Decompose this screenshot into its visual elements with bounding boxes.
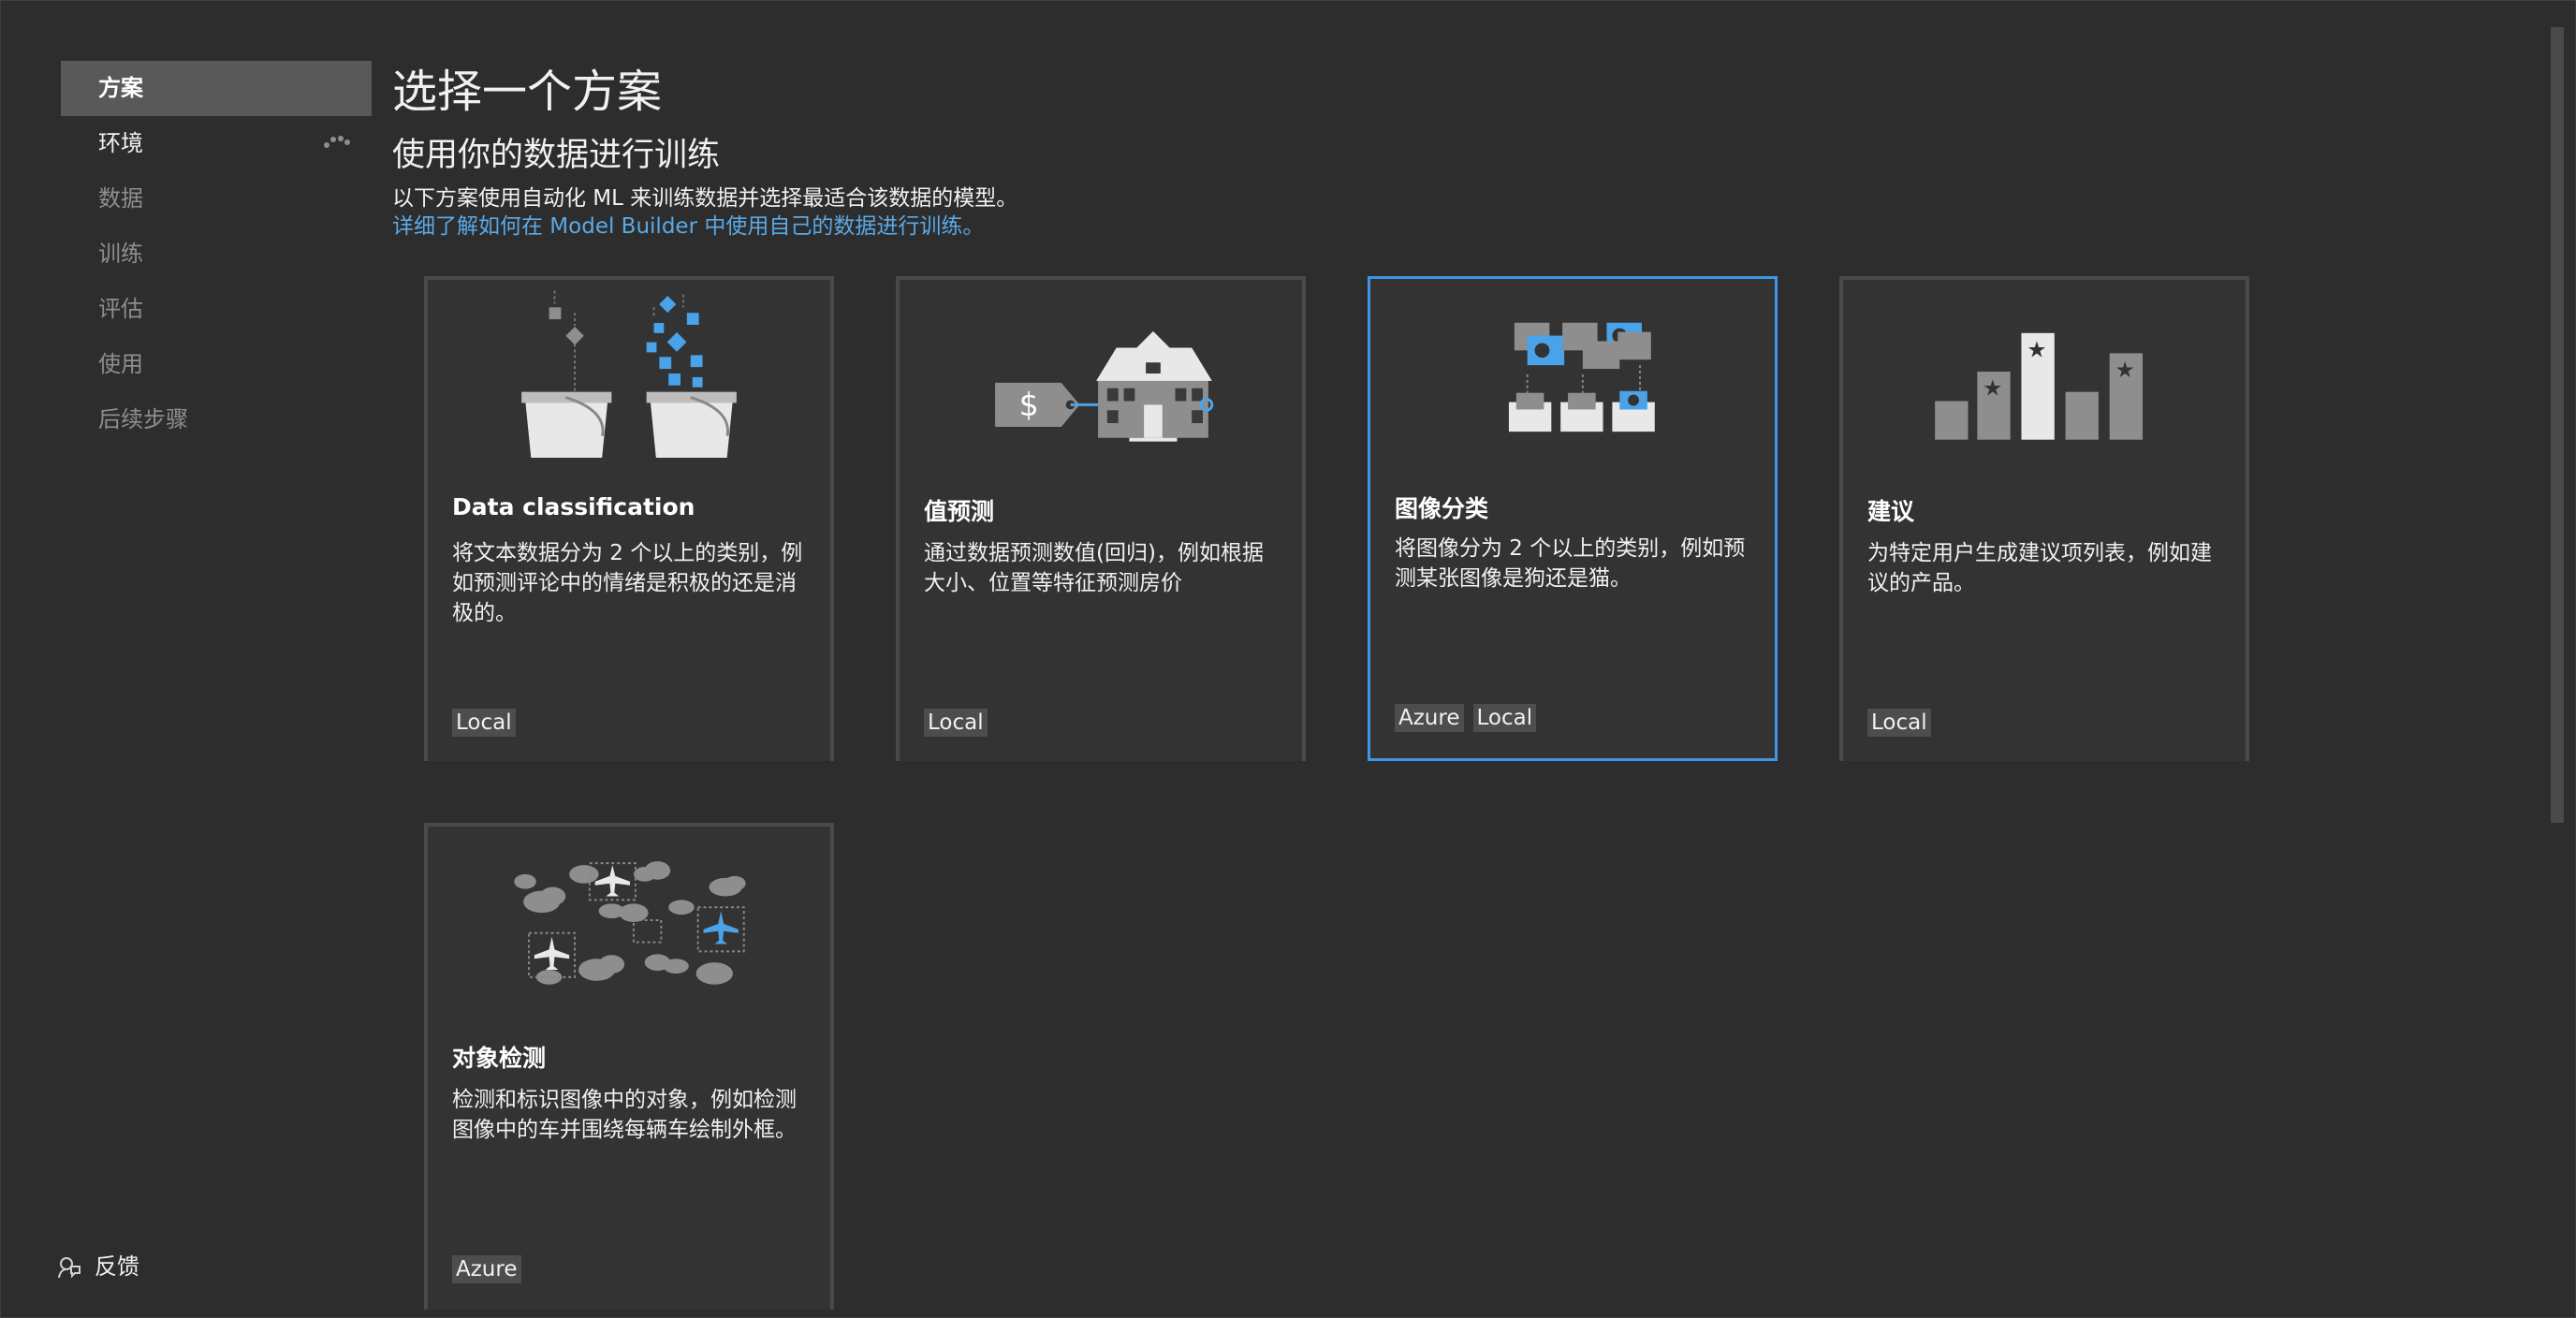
buckets-icon bbox=[521, 290, 737, 458]
sidebar-item-label: 训练 bbox=[98, 241, 143, 267]
scrollbar-thumb[interactable] bbox=[2551, 27, 2564, 823]
section-subtitle: 使用你的数据进行训练 bbox=[392, 137, 721, 174]
sidebar: 方案 环境 数据 训练 评估 使用 后续步骤 bbox=[61, 61, 372, 447]
svg-text:★: ★ bbox=[1983, 375, 2002, 402]
app-window: 方案 环境 数据 训练 评估 使用 后续步骤 反馈 选择一个方案 使用你的数据进… bbox=[0, 0, 2576, 1318]
card-title: 建议 bbox=[1867, 498, 1915, 525]
sidebar-item-next-steps[interactable]: 后续步骤 bbox=[61, 392, 372, 447]
card-title: Data classification bbox=[452, 493, 695, 520]
card-tags: Local bbox=[1867, 709, 1940, 737]
sidebar-item-data[interactable]: 数据 bbox=[61, 171, 372, 227]
tag-local: Local bbox=[1472, 704, 1537, 732]
vertical-scrollbar[interactable] bbox=[2543, 1, 2575, 1317]
card-description: 通过数据预测数值(回归)，例如根据大小、位置等特征预测房价 bbox=[924, 541, 1264, 595]
card-tags: Local bbox=[452, 709, 525, 737]
feedback-button[interactable]: 反馈 bbox=[57, 1252, 139, 1281]
tag-local: Local bbox=[1867, 709, 1931, 737]
page-title: 选择一个方案 bbox=[392, 66, 663, 118]
feedback-icon bbox=[58, 1257, 80, 1279]
scenario-card-recommendation[interactable]: ★ ★ ★ 建议 为特定用户生成建议项列表，例如建议的产品。 Local bbox=[1839, 276, 2249, 761]
sidebar-item-label: 评估 bbox=[98, 296, 143, 322]
sidebar-item-scenario[interactable]: 方案 bbox=[61, 61, 372, 116]
airplanes-clouds-icon bbox=[514, 861, 746, 985]
svg-text:$: $ bbox=[1019, 387, 1039, 423]
main-content: 选择一个方案 使用你的数据进行训练 以下方案使用自动化 ML 来训练数据并选择最… bbox=[392, 59, 2519, 241]
loading-dots-icon bbox=[324, 136, 350, 148]
sidebar-item-label: 后续步骤 bbox=[98, 406, 188, 432]
card-title: 图像分类 bbox=[1395, 495, 1489, 522]
sidebar-item-label: 环境 bbox=[98, 130, 143, 156]
scenario-card-object-detection[interactable]: 对象检测 检测和标识图像中的对象，例如检测图像中的车并围绕每辆车绘制外框。 Az… bbox=[424, 823, 834, 1310]
sidebar-item-label: 方案 bbox=[98, 75, 143, 101]
svg-text:★: ★ bbox=[2027, 336, 2046, 362]
tag-azure: Azure bbox=[1395, 704, 1464, 732]
sidebar-item-consume[interactable]: 使用 bbox=[61, 337, 372, 392]
house-price-icon: $ bbox=[995, 330, 1214, 442]
scenario-card-image-classification[interactable]: 图像分类 将图像分为 2 个以上的类别，例如预测某张图像是狗还是猫。 Azure… bbox=[1368, 276, 1778, 761]
tag-azure: Azure bbox=[452, 1255, 521, 1283]
scenario-card-data-classification[interactable]: Data classification 将文本数据分为 2 个以上的类别，例如预… bbox=[424, 276, 834, 761]
card-title: 值预测 bbox=[924, 498, 995, 525]
section-description: 以下方案使用自动化 ML 来训练数据并选择最适合该数据的模型。 bbox=[392, 186, 1018, 211]
sidebar-item-train[interactable]: 训练 bbox=[61, 227, 372, 282]
scenario-card-value-prediction[interactable]: $ 值预测 通过数据预测数值(回归)，例如根据大小、位置等特征预测房价 Loca… bbox=[896, 276, 1306, 761]
feedback-label: 反馈 bbox=[95, 1253, 139, 1280]
sidebar-item-label: 使用 bbox=[98, 351, 143, 377]
tag-local: Local bbox=[452, 709, 516, 737]
bar-stars-icon: ★ ★ ★ bbox=[1935, 332, 2144, 440]
tag-local: Local bbox=[924, 709, 988, 737]
learn-more-link[interactable]: 详细了解如何在 Model Builder 中使用自己的数据进行训练。 bbox=[392, 212, 984, 241]
image-sort-icon bbox=[1508, 322, 1655, 432]
card-tags: Local bbox=[924, 709, 997, 737]
card-description: 为特定用户生成建议项列表，例如建议的产品。 bbox=[1867, 541, 2212, 595]
card-description: 将文本数据分为 2 个以上的类别，例如预测评论中的情绪是积极的还是消极的。 bbox=[452, 541, 803, 625]
card-tags: Azure bbox=[452, 1255, 531, 1283]
card-description: 检测和标识图像中的对象，例如检测图像中的车并围绕每辆车绘制外框。 bbox=[452, 1088, 797, 1142]
card-description: 将图像分为 2 个以上的类别，例如预测某张图像是狗还是猫。 bbox=[1395, 536, 1746, 591]
svg-text:★: ★ bbox=[2115, 357, 2135, 383]
card-tags: Azure Local bbox=[1395, 704, 1545, 732]
sidebar-item-label: 数据 bbox=[98, 185, 143, 212]
sidebar-item-environment[interactable]: 环境 bbox=[61, 116, 372, 171]
sidebar-item-evaluate[interactable]: 评估 bbox=[61, 282, 372, 337]
card-title: 对象检测 bbox=[452, 1045, 547, 1072]
